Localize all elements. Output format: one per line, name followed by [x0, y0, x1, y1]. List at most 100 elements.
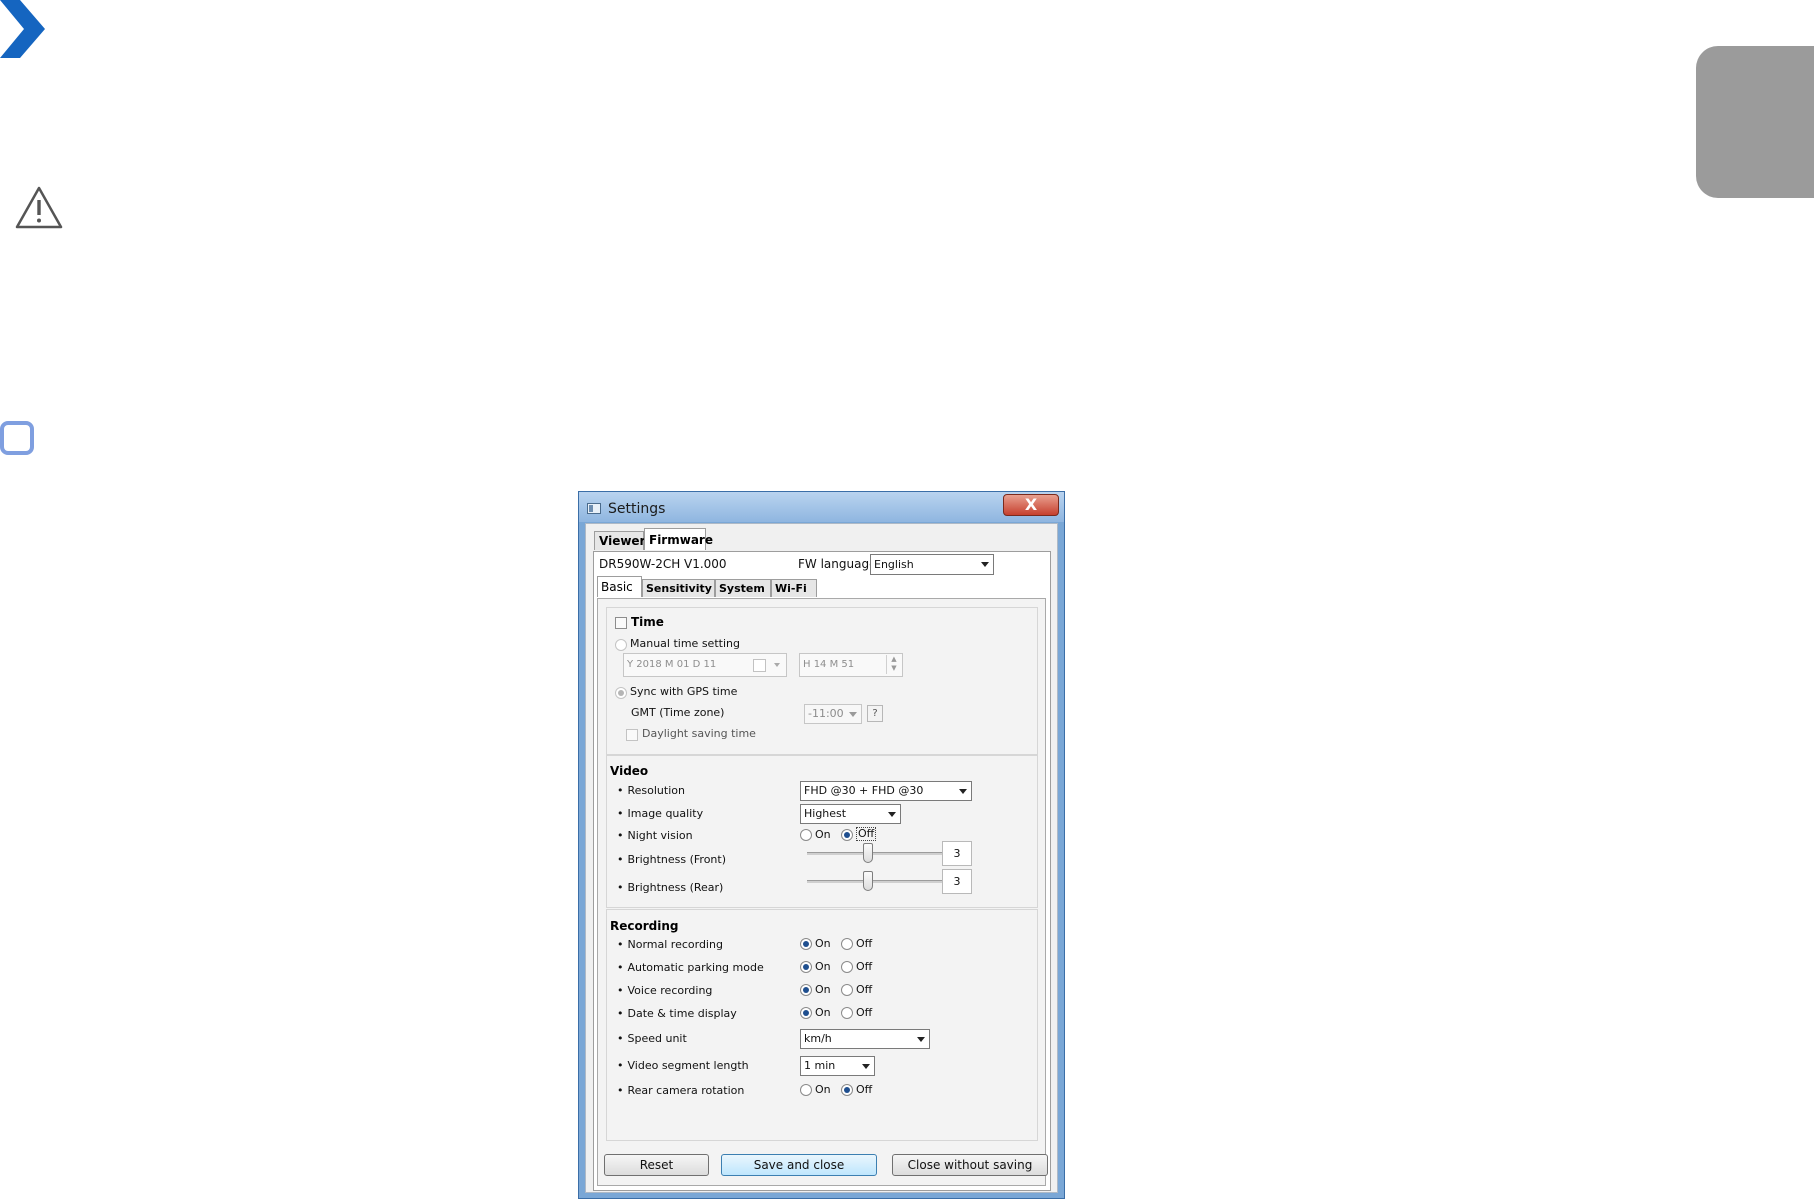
- normal-recording-off-label: Off: [856, 937, 873, 950]
- gmt-value: -11:00: [808, 707, 844, 720]
- warning-icon: [15, 186, 63, 229]
- reset-button[interactable]: Reset: [604, 1154, 709, 1176]
- rear-rotation-off-radio[interactable]: [841, 1084, 853, 1096]
- night-vision-label: Night vision: [617, 829, 693, 842]
- speed-unit-value: km/h: [804, 1032, 832, 1045]
- tab-system[interactable]: System: [715, 579, 771, 597]
- date-picker[interactable]: Y 2018 M 01 D 11: [623, 653, 787, 677]
- resolution-select[interactable]: FHD @30 + FHD @30: [800, 781, 972, 801]
- tab-viewer[interactable]: Viewer: [594, 531, 645, 550]
- brightness-front-slider[interactable]: [807, 852, 950, 855]
- rear-rotation-off-label: Off: [856, 1083, 873, 1096]
- video-title: Video: [610, 764, 649, 778]
- parking-mode-off-radio[interactable]: [841, 961, 853, 973]
- segment-length-select[interactable]: 1 min: [800, 1056, 875, 1076]
- chevron-down-icon: [862, 1064, 870, 1069]
- time-spinner[interactable]: ▲ ▼: [886, 655, 901, 674]
- recording-group: Recording Normal recording On Off Automa…: [606, 909, 1038, 1141]
- save-and-close-button[interactable]: Save and close: [721, 1154, 877, 1176]
- help-button[interactable]: ?: [867, 705, 883, 722]
- chevron-down-icon: [981, 562, 989, 567]
- time-input[interactable]: H 14 M 51 ▲ ▼: [799, 653, 903, 677]
- fw-language-select[interactable]: English: [870, 554, 994, 575]
- brightness-front-thumb[interactable]: [863, 843, 873, 863]
- brightness-rear-slider[interactable]: [807, 880, 950, 883]
- gmt-select[interactable]: -11:00: [804, 704, 862, 724]
- image-quality-select[interactable]: Highest: [800, 804, 901, 824]
- speed-unit-select[interactable]: km/h: [800, 1029, 930, 1049]
- model-name: DR590W-2CH: [599, 557, 681, 571]
- gmt-label: GMT (Time zone): [631, 706, 725, 719]
- tab-basic[interactable]: Basic: [597, 576, 642, 597]
- chevron-down-icon: [959, 789, 967, 794]
- time-checkbox[interactable]: [615, 617, 627, 629]
- voice-recording-off-label: Off: [856, 983, 873, 996]
- brightness-rear-value: 3: [942, 869, 972, 894]
- tab-wifi[interactable]: Wi-Fi: [771, 579, 817, 597]
- normal-recording-on-label: On: [815, 937, 831, 950]
- window-client: Viewer Firmware DR590W-2CH V1.000 FW lan…: [585, 523, 1058, 1193]
- normal-recording-on-radio[interactable]: [800, 938, 812, 950]
- recording-title: Recording: [610, 919, 679, 933]
- gps-sync-label: Sync with GPS time: [630, 685, 738, 698]
- brightness-front-value: 3: [942, 841, 972, 866]
- voice-recording-label: Voice recording: [617, 984, 713, 997]
- resolution-label: Resolution: [617, 784, 685, 797]
- rear-rotation-on-radio[interactable]: [800, 1084, 812, 1096]
- brightness-front-label: Brightness (Front): [617, 853, 727, 866]
- voice-recording-on-radio[interactable]: [800, 984, 812, 996]
- resolution-value: FHD @30 + FHD @30: [804, 784, 924, 797]
- app-icon: [587, 503, 601, 514]
- datetime-display-off-radio[interactable]: [841, 1007, 853, 1019]
- rear-rotation-on-label: On: [815, 1083, 831, 1096]
- voice-recording-on-label: On: [815, 983, 831, 996]
- chevron-right-icon: [0, 0, 45, 58]
- manual-time-radio[interactable]: [615, 639, 627, 651]
- close-button[interactable]: X: [1003, 494, 1059, 516]
- brightness-rear-thumb[interactable]: [863, 871, 873, 891]
- time-title: Time: [631, 615, 664, 629]
- segment-length-value: 1 min: [804, 1059, 836, 1072]
- chevron-down-icon: [774, 663, 780, 667]
- voice-recording-off-radio[interactable]: [841, 984, 853, 996]
- fw-language-label: FW language: [798, 557, 877, 571]
- datetime-display-off-label: Off: [856, 1006, 873, 1019]
- window-title: Settings: [608, 501, 666, 517]
- basic-panel: Time Manual time setting Y 2018 M 01 D 1…: [597, 598, 1048, 1186]
- close-without-saving-button[interactable]: Close without saving: [892, 1154, 1048, 1176]
- normal-recording-off-radio[interactable]: [841, 938, 853, 950]
- chevron-down-icon: [888, 812, 896, 817]
- spin-up-icon[interactable]: ▲: [887, 655, 901, 664]
- calendar-icon: [753, 659, 766, 672]
- tab-sensitivity[interactable]: Sensitivity: [642, 579, 715, 597]
- title-bar: Settings X: [579, 492, 1064, 522]
- rear-rotation-label: Rear camera rotation: [617, 1084, 745, 1097]
- image-quality-value: Highest: [804, 807, 847, 820]
- parking-mode-off-label: Off: [856, 960, 873, 973]
- chevron-down-icon: [917, 1037, 925, 1042]
- note-icon: [0, 421, 34, 455]
- video-group: Video Resolution FHD @30 + FHD @30 Image…: [606, 755, 1038, 908]
- spin-down-icon[interactable]: ▼: [887, 664, 901, 673]
- dst-checkbox[interactable]: [626, 729, 638, 741]
- night-vision-on-label: On: [815, 828, 831, 841]
- datetime-display-on-radio[interactable]: [800, 1007, 812, 1019]
- gps-sync-radio[interactable]: [615, 687, 627, 699]
- tab-firmware[interactable]: Firmware: [644, 528, 713, 550]
- chevron-down-icon: [849, 712, 857, 717]
- date-value: Y 2018 M 01 D 11: [627, 659, 717, 670]
- manual-time-label: Manual time setting: [630, 637, 740, 650]
- time-value: H 14 M 51: [803, 659, 855, 670]
- night-vision-off-radio[interactable]: [841, 829, 853, 841]
- parking-mode-on-radio[interactable]: [800, 961, 812, 973]
- parking-mode-on-label: On: [815, 960, 831, 973]
- night-vision-on-radio[interactable]: [800, 829, 812, 841]
- fw-language-value: English: [874, 558, 914, 571]
- image-quality-label: Image quality: [617, 807, 704, 820]
- settings-window: Settings X Viewer Firmware DR590W-2CH V1…: [578, 491, 1065, 1199]
- parking-mode-label: Automatic parking mode: [617, 961, 764, 974]
- speed-unit-label: Speed unit: [617, 1032, 687, 1045]
- side-tab-marker: [1696, 46, 1814, 198]
- brightness-rear-label: Brightness (Rear): [617, 881, 724, 894]
- dst-label: Daylight saving time: [642, 727, 756, 740]
